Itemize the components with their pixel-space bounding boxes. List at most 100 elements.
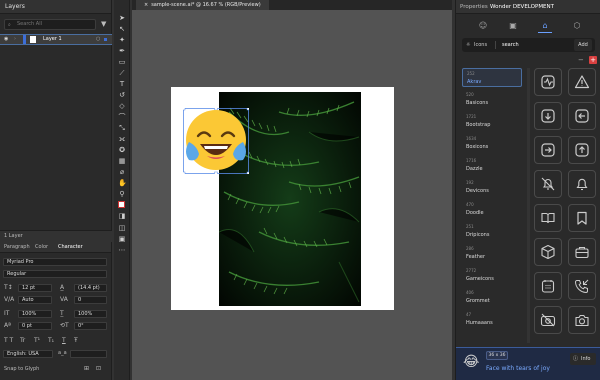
target-circle-icon[interactable]: ○ [96, 35, 100, 44]
layer-row[interactable]: ◉ › Layer 1 ○ [0, 34, 112, 45]
plus-icon[interactable]: + [589, 56, 597, 64]
document-tab[interactable]: × sample-scene.ai* @ 16.67 % (RGB/Preview… [136, 0, 269, 10]
superscript-button[interactable]: T¹ [34, 337, 40, 344]
horizontal-scale-field[interactable]: 100% [74, 310, 107, 318]
add-button[interactable]: Add [574, 39, 592, 51]
library-item[interactable]: 1721 Bootstrap [462, 112, 522, 131]
icon-search-bar[interactable]: ☼ Icons search Add [462, 38, 595, 52]
lasso-tool-icon[interactable]: ⌒ [118, 113, 126, 121]
library-item[interactable]: 252 Akrav [462, 68, 522, 87]
library-item[interactable]: 1634 Boxicons [462, 134, 522, 153]
iconset-icon[interactable]: ⌂ [538, 19, 552, 33]
layers-search-input[interactable]: ⌕ Search All [4, 19, 96, 30]
icon-cell-box[interactable] [534, 238, 562, 266]
rectangle-tool-icon[interactable]: ▭ [118, 58, 126, 66]
tracking-field[interactable]: 0 [74, 296, 107, 304]
library-item[interactable]: 470 Doodle [462, 200, 522, 219]
scale-tool-icon[interactable]: ⤡ [118, 124, 126, 132]
icon-cell-camera-off[interactable] [534, 306, 562, 334]
fill-stroke-swatch[interactable] [118, 201, 126, 209]
icon-cell-bookmark[interactable] [568, 204, 596, 232]
layer-name[interactable]: Layer 1 [43, 35, 62, 44]
more-tools-icon[interactable]: ⋯ [118, 246, 126, 254]
direct-selection-tool-icon[interactable]: ↖ [118, 25, 126, 33]
screen-mode-icon[interactable]: ▣ [118, 235, 126, 243]
visibility-eye-icon[interactable]: ◉ [4, 35, 8, 44]
emoji-icon[interactable]: ☺ [476, 19, 490, 33]
filter-icon[interactable]: ▼ [101, 20, 106, 28]
underline-button[interactable]: T [62, 337, 66, 344]
hand-tool-icon[interactable]: ✋ [118, 179, 127, 187]
width-tool-icon[interactable]: ⟗ [118, 135, 126, 143]
font-family-select[interactable]: Myriad Pro [3, 258, 107, 266]
icon-cell-arrow-right-square[interactable] [534, 136, 562, 164]
close-icon[interactable]: × [144, 2, 148, 8]
tab-character[interactable]: Character [58, 242, 83, 253]
selection-tool-icon[interactable]: ➤ [118, 14, 126, 22]
library-item[interactable]: 2772 Gameicons [462, 266, 522, 285]
language-select[interactable]: English: USA [3, 350, 53, 358]
strikethrough-button[interactable]: Ŧ [74, 337, 78, 344]
zoom-tool-icon[interactable]: ⚲ [118, 190, 126, 198]
library-item[interactable]: 251 Dripicons [462, 222, 522, 241]
tab-properties[interactable]: Properties [460, 0, 488, 14]
brush-tool-icon[interactable]: ⟋ [118, 69, 126, 77]
leading-field[interactable]: (14.4 pt) [74, 284, 107, 292]
cube-icon[interactable]: ⬡ [570, 19, 584, 33]
eyedropper-icon[interactable]: ⌀ [118, 168, 126, 176]
library-item[interactable]: 47 Humaaans [462, 310, 522, 329]
info-button[interactable]: ⓘ Info [570, 353, 596, 365]
icon-cell-activity-square[interactable] [534, 68, 562, 96]
draw-mode-icon[interactable]: ◫ [118, 224, 126, 232]
expand-chevron-icon[interactable]: › [14, 35, 16, 44]
icon-cell-calendar[interactable] [534, 272, 562, 300]
snap-options-button[interactable]: ⊡ [96, 365, 101, 372]
icon-cell-arrow-up-square[interactable] [568, 136, 596, 164]
smallcaps-button[interactable]: Tr [20, 337, 25, 344]
shape-builder-icon[interactable]: ✪ [118, 146, 126, 154]
baseline-shift-field[interactable]: 0 pt [18, 322, 52, 330]
subscript-button[interactable]: T₁ [48, 337, 54, 344]
tab-wonder-development[interactable]: Wonder DEVELOPMENT [490, 0, 554, 14]
color-mode-icon[interactable]: ◨ [118, 212, 126, 220]
magic-wand-icon[interactable]: ✦ [118, 36, 126, 44]
library-item[interactable]: 1716 Dazzle [462, 156, 522, 175]
rotate-tool-icon[interactable]: ↺ [118, 91, 126, 99]
font-size-field[interactable]: 12 pt [18, 284, 52, 292]
rotation-field[interactable]: 0° [74, 322, 107, 330]
library-item[interactable]: 406 Grommet [462, 288, 522, 307]
vertical-scale-field[interactable]: 100% [18, 310, 52, 318]
type-tool-icon[interactable]: T [118, 80, 126, 88]
eraser-tool-icon[interactable]: ◇ [118, 102, 126, 110]
allcaps-button[interactable]: TT [4, 337, 15, 344]
pen-tool-icon[interactable]: ✒ [118, 47, 126, 55]
library-item[interactable]: 520 Basicons [462, 90, 522, 109]
kerning-field[interactable]: Auto [18, 296, 52, 304]
perspective-grid-icon[interactable]: ▦ [118, 157, 126, 165]
tab-layers[interactable]: Layers [0, 0, 111, 14]
library-item[interactable]: 192 Devicons [462, 178, 522, 197]
minus-icon[interactable]: − [578, 56, 584, 64]
image-icon[interactable]: ▣ [506, 19, 520, 33]
search-mode-select[interactable]: ☼ Icons [466, 41, 496, 49]
font-style-select[interactable]: Regular [3, 270, 107, 278]
library-item[interactable]: 286 Feather [462, 244, 522, 263]
library-scrollbar[interactable] [527, 68, 530, 343]
tab-color[interactable]: Color [35, 242, 48, 253]
selection-indicator[interactable] [104, 38, 107, 41]
icon-cell-call-incoming[interactable] [568, 272, 596, 300]
icon-cell-bell[interactable] [568, 170, 596, 198]
icon-search-input[interactable]: search [502, 41, 519, 49]
icon-cell-bell-off[interactable] [534, 170, 562, 198]
icon-cell-camera[interactable] [568, 306, 596, 334]
icon-cell-arrow-left-square[interactable] [568, 102, 596, 130]
emoji-face-with-tears-of-joy[interactable] [181, 106, 251, 176]
icon-cell-book-open[interactable] [534, 204, 562, 232]
antialias-select[interactable] [70, 350, 107, 358]
snap-glyph-button[interactable]: ⊞ [84, 365, 89, 372]
size-chip[interactable]: 36 x 36 [486, 351, 508, 360]
icon-cell-alert-triangle[interactable] [568, 68, 596, 96]
icon-cell-briefcase[interactable] [568, 238, 596, 266]
tab-paragraph[interactable]: Paragraph [4, 242, 30, 253]
icon-cell-arrow-down-square[interactable] [534, 102, 562, 130]
